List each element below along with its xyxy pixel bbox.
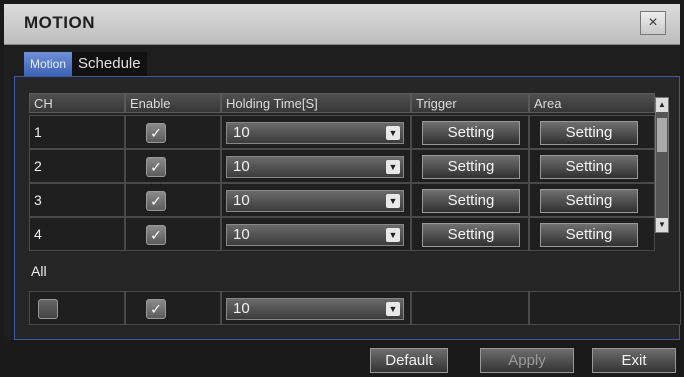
motion-panel: CH Enable Holding Time[S] Trigger Area 1… bbox=[14, 76, 681, 340]
header-enable: Enable bbox=[125, 93, 221, 113]
area-setting-button[interactable]: Setting bbox=[540, 223, 638, 247]
holding-time-cell: 10 ▼ bbox=[221, 183, 411, 217]
footer-bar: Default Apply Exit bbox=[4, 340, 680, 373]
enable-all-checkbox[interactable]: ✓ bbox=[146, 299, 166, 319]
holding-time-cell: 10 ▼ bbox=[221, 149, 411, 183]
area-all-cell bbox=[529, 291, 681, 325]
header-holding-time: Holding Time[S] bbox=[221, 93, 411, 113]
area-cell: Setting bbox=[529, 217, 655, 251]
channel-number: 1 bbox=[29, 115, 125, 149]
chevron-down-icon: ▼ bbox=[386, 194, 400, 208]
trigger-setting-button[interactable]: Setting bbox=[422, 155, 520, 179]
enable-checkbox[interactable]: ✓ bbox=[146, 225, 166, 245]
close-button[interactable]: × bbox=[640, 11, 666, 35]
area-cell: Setting bbox=[529, 149, 655, 183]
area-setting-button[interactable]: Setting bbox=[540, 121, 638, 145]
select-all-cell bbox=[29, 291, 125, 325]
check-icon: ✓ bbox=[150, 193, 162, 209]
enable-cell: ✓ bbox=[125, 217, 221, 251]
holding-time-select[interactable]: 10 ▼ bbox=[226, 122, 404, 144]
default-button[interactable]: Default bbox=[370, 348, 448, 373]
enable-checkbox[interactable]: ✓ bbox=[146, 157, 166, 177]
enable-cell: ✓ bbox=[125, 149, 221, 183]
trigger-cell: Setting bbox=[411, 149, 529, 183]
channel-number: 2 bbox=[29, 149, 125, 183]
holding-time-select[interactable]: 10 ▼ bbox=[226, 190, 404, 212]
holding-time-select[interactable]: 10 ▼ bbox=[226, 224, 404, 246]
holding-time-all-select[interactable]: 10 ▼ bbox=[226, 298, 404, 320]
scroll-down-icon[interactable]: ▼ bbox=[656, 218, 668, 232]
enable-cell: ✓ bbox=[125, 183, 221, 217]
trigger-cell: Setting bbox=[411, 217, 529, 251]
header-area: Area bbox=[529, 93, 655, 113]
area-cell: Setting bbox=[529, 183, 655, 217]
enable-checkbox[interactable]: ✓ bbox=[146, 191, 166, 211]
enable-cell: ✓ bbox=[125, 115, 221, 149]
title-bar: MOTION × bbox=[4, 4, 680, 45]
header-trigger: Trigger bbox=[411, 93, 529, 113]
holding-time-value: 10 bbox=[233, 192, 250, 209]
enable-all-cell: ✓ bbox=[125, 291, 221, 325]
enable-checkbox[interactable]: ✓ bbox=[146, 123, 166, 143]
holding-time-cell: 10 ▼ bbox=[221, 115, 411, 149]
check-icon: ✓ bbox=[150, 227, 162, 243]
chevron-down-icon: ▼ bbox=[386, 126, 400, 140]
apply-button[interactable]: Apply bbox=[480, 348, 574, 373]
chevron-down-icon: ▼ bbox=[386, 160, 400, 174]
area-cell: Setting bbox=[529, 115, 655, 149]
select-all-checkbox[interactable] bbox=[38, 299, 58, 319]
holding-time-select[interactable]: 10 ▼ bbox=[226, 156, 404, 178]
trigger-setting-button[interactable]: Setting bbox=[422, 189, 520, 213]
scroll-up-icon[interactable]: ▲ bbox=[656, 98, 668, 112]
close-icon: × bbox=[648, 14, 658, 31]
area-setting-button[interactable]: Setting bbox=[540, 189, 638, 213]
scroll-thumb[interactable] bbox=[657, 118, 667, 152]
channel-number: 3 bbox=[29, 183, 125, 217]
check-icon: ✓ bbox=[150, 125, 162, 141]
check-icon: ✓ bbox=[150, 301, 162, 317]
holding-time-value: 10 bbox=[233, 226, 250, 243]
holding-time-value: 10 bbox=[233, 124, 250, 141]
holding-time-all-value: 10 bbox=[233, 300, 250, 317]
window-title: MOTION bbox=[24, 13, 95, 32]
trigger-setting-button[interactable]: Setting bbox=[422, 223, 520, 247]
chevron-down-icon: ▼ bbox=[386, 228, 400, 242]
check-icon: ✓ bbox=[150, 159, 162, 175]
all-label: All bbox=[31, 263, 47, 279]
exit-button[interactable]: Exit bbox=[592, 348, 676, 373]
area-setting-button[interactable]: Setting bbox=[540, 155, 638, 179]
holding-time-cell: 10 ▼ bbox=[221, 217, 411, 251]
motion-window: MOTION × Motion Schedule CH Enable Holdi… bbox=[4, 4, 681, 373]
header-ch: CH bbox=[29, 93, 125, 113]
trigger-cell: Setting bbox=[411, 183, 529, 217]
tab-schedule[interactable]: Schedule bbox=[72, 52, 147, 76]
tab-motion[interactable]: Motion bbox=[24, 52, 73, 76]
chevron-down-icon: ▼ bbox=[386, 302, 400, 316]
holding-time-value: 10 bbox=[233, 158, 250, 175]
tab-bar: Motion Schedule bbox=[24, 52, 147, 76]
trigger-cell: Setting bbox=[411, 115, 529, 149]
holding-time-all-cell: 10 ▼ bbox=[221, 291, 411, 325]
channel-number: 4 bbox=[29, 217, 125, 251]
trigger-setting-button[interactable]: Setting bbox=[422, 121, 520, 145]
table-scrollbar[interactable]: ▲ ▼ bbox=[655, 97, 669, 233]
trigger-all-cell bbox=[411, 291, 529, 325]
